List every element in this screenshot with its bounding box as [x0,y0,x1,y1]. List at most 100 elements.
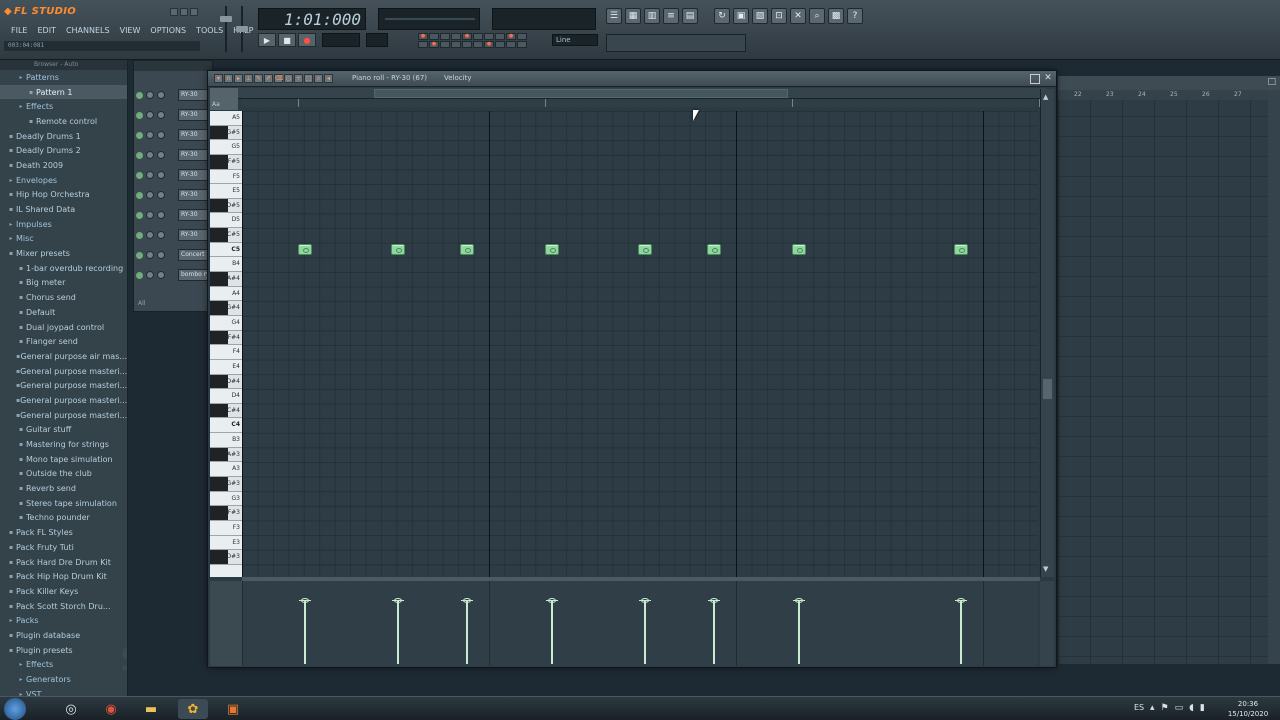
note-grid[interactable] [242,111,1038,577]
menu-options[interactable]: OPTIONS [145,25,191,37]
option-toggle[interactable] [506,41,516,48]
channel-name-button[interactable]: bombo ry [178,269,208,281]
browser-item[interactable]: ▸ Misc [0,232,127,247]
piano-key[interactable]: C4 [210,418,242,434]
time-ruler[interactable] [241,99,1040,107]
master-pitch-slider[interactable] [236,6,248,52]
option-toggle[interactable] [418,41,428,48]
option-toggle[interactable]: ● [462,33,472,40]
network-icon[interactable]: ▭ [1175,703,1184,713]
close-button[interactable]: ✕ [1043,74,1053,84]
song-position-display[interactable]: 1:01:000 [258,8,366,30]
note-block[interactable] [637,244,652,256]
channel-pan-knob[interactable] [146,91,154,99]
piano-key[interactable]: A#4 [210,272,242,287]
piano-keyboard[interactable]: A5 G#5 G5 F#5 F5 E5 D#5 D5 C#5 C5 B4 A#4 A4 G#4 G4 F#4 F… [210,111,242,577]
browser-item[interactable]: ▪ Default [0,305,127,320]
option-toggle[interactable]: ● [418,33,428,40]
event-target-selector[interactable]: Velocity [444,74,471,82]
velocity-bar[interactable] [955,598,968,664]
channel-row[interactable]: bombo ry [136,267,214,283]
note-block[interactable] [298,244,313,256]
clock[interactable]: 20:36 15/10/2020 [1222,699,1274,719]
browser-item[interactable]: ▪ Plugin database [0,628,127,643]
play-button[interactable]: ▶ [258,33,276,47]
piano-key[interactable]: A4 [210,287,242,302]
battery-icon[interactable]: ▮ [1200,703,1205,713]
channel-name-button[interactable]: Concert [178,249,208,261]
browser-icon[interactable]: ▤ [682,8,698,24]
channel-pan-knob[interactable] [146,151,154,159]
browser-item[interactable]: ▸ Patterns [0,70,127,85]
help-icon[interactable]: ? [847,8,863,24]
scroll-up-icon[interactable]: ▲ [1043,93,1048,101]
channel-volume-knob[interactable] [157,191,165,199]
velocity-bar[interactable] [299,598,312,664]
playback-icon[interactable]: ◂ [324,74,333,83]
language-indicator[interactable]: ES [1134,703,1144,712]
menu-view[interactable]: VIEW [115,25,146,37]
option-toggle[interactable] [517,41,527,48]
channel-name-button[interactable]: RY-30 [178,189,208,201]
playlist-icon[interactable]: ☰ [606,8,622,24]
browser-item[interactable]: ▪ Outside the club [0,467,127,482]
piano-key[interactable]: F5 [210,170,242,185]
piano-key[interactable]: E4 [210,360,242,375]
channel-name-button[interactable]: RY-30 [178,109,208,121]
option-toggle[interactable] [440,33,450,40]
browser-item[interactable]: ▸ Envelopes [0,173,127,188]
channel-row[interactable]: RY-30 [136,227,214,243]
channel-mute-led[interactable] [136,231,143,239]
browser-item[interactable]: ▸ Effects [0,658,127,673]
menu-channels[interactable]: CHANNELS [61,25,115,37]
channel-volume-knob[interactable] [157,271,165,279]
browser-item[interactable]: ▪ Dual joypad control [0,320,127,335]
browser-item[interactable]: ▪ Mixer presets [0,246,127,261]
menu-file[interactable]: FILE [6,25,32,37]
close-icon[interactable]: □ [1267,77,1276,87]
option-toggle[interactable] [440,41,450,48]
minimize-button[interactable] [170,8,178,16]
piano-key[interactable]: F#4 [210,330,242,346]
channel-row[interactable]: RY-30 [136,87,214,103]
option-toggle[interactable] [495,33,505,40]
piano-key[interactable]: D5 [210,213,242,229]
option-toggle[interactable] [451,33,461,40]
search-icon[interactable]: ⌕ [809,8,825,24]
flag-icon[interactable]: ⚑ [1161,703,1169,713]
piano-key[interactable]: F4 [210,345,242,360]
browser-item[interactable]: ▪ Deadly Drums 2 [0,143,127,158]
browser-item[interactable]: ▪ General purpose masteri... [0,408,127,423]
browser-item[interactable]: ▪ Chorus send [0,290,127,305]
channel-mute-led[interactable] [136,91,143,99]
tempo-display[interactable] [322,33,360,47]
browser-item[interactable]: ▸ Impulses [0,217,127,232]
browser-item[interactable]: ▪ Mono tape simulation [0,452,127,467]
channel-name-button[interactable]: RY-30 [178,129,208,141]
slice-icon[interactable]: ÷ [294,74,303,83]
browser-item[interactable]: ▪ IL Shared Data [0,202,127,217]
scroll-down-icon[interactable]: ▼ [1043,565,1048,573]
channel-mute-led[interactable] [136,151,143,159]
piano-key[interactable]: E3 [210,536,242,551]
velocity-bar[interactable] [391,598,404,664]
browser-item[interactable]: ▪ Mastering for strings [0,437,127,452]
browser-item[interactable]: ▪ Pack Fruty Tuti [0,540,127,555]
start-button[interactable] [4,698,26,720]
channel-volume-knob[interactable] [157,131,165,139]
browser-item[interactable]: ▪ Pattern 1 [0,84,127,100]
browser-item[interactable]: ▪ Pack Scott Storch Dru... [0,599,127,614]
channel-pan-knob[interactable] [146,211,154,219]
velocity-bar[interactable] [708,598,721,664]
channel-name-button[interactable]: RY-30 [178,229,208,241]
piano-key[interactable]: A#3 [210,447,242,463]
channel-row[interactable]: RY-30 [136,207,214,223]
piano-key[interactable]: G#5 [210,125,242,141]
channel-volume-knob[interactable] [157,211,165,219]
option-toggle[interactable] [517,33,527,40]
delete-icon[interactable]: ⌫ [274,74,283,83]
browser-item[interactable]: ▸ VST [0,687,127,696]
arrow-up-icon[interactable]: ▴ [1150,703,1155,713]
piano-key[interactable]: A3 [210,462,242,477]
select-icon[interactable]: ⬚ [304,74,313,83]
